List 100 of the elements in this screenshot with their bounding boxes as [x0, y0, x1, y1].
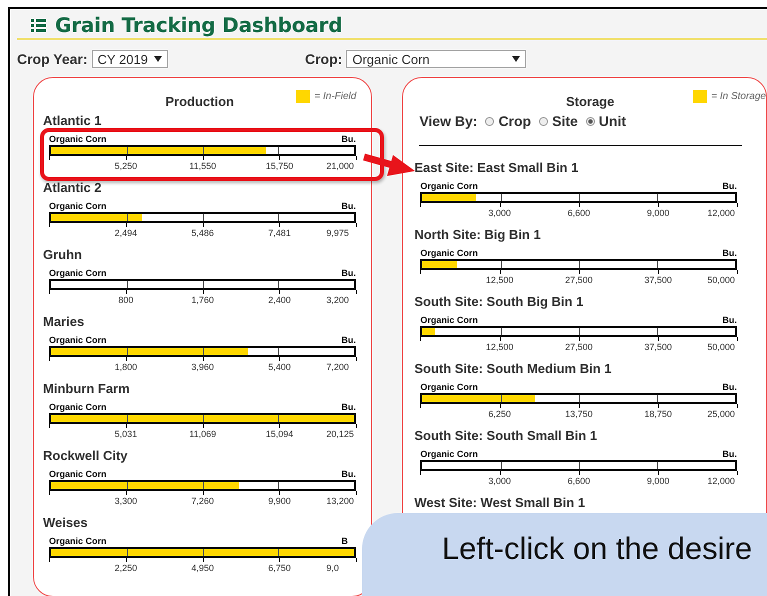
tick-label: 7,200: [326, 361, 349, 373]
tick-label: 20,125: [326, 428, 354, 440]
tick-label: 27,500: [565, 341, 593, 353]
unit-label: Bu.: [722, 381, 737, 393]
radio-button[interactable]: [485, 116, 494, 126]
radio-button[interactable]: [586, 116, 595, 126]
tick-label: 12,500: [486, 274, 514, 286]
site-name: East Site: East Small Bin 1: [414, 159, 580, 176]
tick-label: 15,750: [266, 160, 294, 172]
tick-label: 6,750: [268, 562, 291, 574]
tick-label: 11,069: [189, 428, 216, 440]
unit-label: Bu.: [722, 448, 737, 460]
crop-label: Organic Corn: [49, 334, 107, 346]
radio-label[interactable]: Unit: [598, 113, 626, 129]
tick-label: 1,800: [114, 361, 138, 373]
dashboard-title: Grain Tracking Dashboard: [55, 13, 342, 37]
tick-label: 12,000: [707, 207, 735, 219]
crop-label: Organic Corn: [420, 247, 478, 259]
crop-label: Organic Corn: [49, 133, 107, 145]
unit-label: Bu.: [722, 314, 737, 326]
site-name: Maries: [43, 313, 86, 330]
tick-label: 13,750: [565, 408, 593, 420]
legend-label: = In-Field: [314, 91, 356, 102]
view-by-label: View By:: [419, 113, 478, 129]
site-name: Atlantic 2: [43, 179, 103, 196]
tick-label: 21,000: [326, 160, 354, 172]
unit-label: Bu.: [341, 468, 356, 480]
site-name: Gruhn: [43, 246, 83, 263]
tick-label: 9,000: [646, 475, 670, 487]
radio-label[interactable]: Site: [552, 113, 578, 129]
tick-label: 2,250: [114, 562, 138, 574]
crop-label: Organic Corn: [49, 535, 107, 547]
site-name: Minburn Farm: [43, 380, 131, 397]
legend-swatch: [693, 90, 708, 103]
tick-label: 5,250: [114, 160, 138, 172]
filter-label: Crop:: [305, 51, 342, 67]
panel-title: Storage: [566, 94, 614, 109]
tick-label: 13,200: [326, 495, 354, 507]
filter-label: Crop Year:: [17, 51, 88, 67]
tick-label: 6,600: [568, 475, 590, 487]
tick-label: 1,760: [191, 294, 214, 306]
tick-label: 11,550: [189, 160, 216, 172]
site-name: North Site: Big Bin 1: [414, 226, 542, 243]
crop-label: Organic Corn: [49, 401, 107, 413]
site-name: West Site: West Small Bin 1: [414, 494, 586, 511]
caret-icon: [512, 56, 520, 62]
dropdown[interactable]: CY 2019: [92, 50, 168, 68]
tick-label: 25,000: [707, 408, 735, 420]
tick-label: 2,400: [268, 294, 291, 306]
tick-label: 7,260: [191, 495, 214, 507]
unit-label: Bu.: [341, 200, 356, 212]
tick-label: 50,000: [707, 274, 735, 286]
tick-label: 12,000: [707, 475, 735, 487]
tick-label: 9,0: [326, 562, 339, 574]
crop-label: Organic Corn: [49, 468, 107, 480]
tick-label: 3,960: [191, 361, 214, 373]
crop-label: Organic Corn: [49, 200, 107, 212]
tick-label: 37,500: [644, 274, 672, 286]
annotation-arrow: [363, 154, 415, 176]
site-name: South Site: South Medium Bin 1: [414, 360, 612, 377]
tick-label: 2,494: [114, 227, 138, 239]
tick-label: 3,000: [488, 207, 511, 219]
unit-label: Bu.: [722, 247, 737, 259]
instruction-text: Left-click on the desire: [440, 531, 754, 567]
site-name: Atlantic 1: [43, 112, 103, 129]
tick-label: 5,031: [114, 428, 138, 440]
radio-button[interactable]: [539, 116, 548, 126]
crop-label: Organic Corn: [420, 314, 478, 326]
radio-label[interactable]: Crop: [498, 113, 532, 129]
crop-label: Organic Corn: [49, 267, 107, 279]
legend-label: = In Storage: [711, 91, 766, 102]
list-icon: [31, 18, 46, 32]
crop-label: Organic Corn: [420, 180, 478, 192]
tick-label: 9,975: [326, 227, 349, 239]
tick-label: 7,481: [268, 227, 291, 239]
legend-swatch: [296, 90, 310, 103]
tick-label: 12,500: [486, 341, 514, 353]
tick-label: 15,094: [266, 428, 294, 440]
site-name: Weises: [43, 514, 89, 531]
unit-label: Bu.: [341, 267, 356, 279]
crop-label: Organic Corn: [420, 381, 478, 393]
dropdown[interactable]: Organic Corn: [346, 50, 526, 68]
site-name: South Site: South Big Bin 1: [414, 293, 584, 310]
tick-label: 3,200: [326, 294, 349, 306]
tick-label: 5,486: [191, 227, 214, 239]
crop-label: Organic Corn: [420, 448, 478, 460]
tick-label: 6,250: [488, 408, 511, 420]
site-name: Rockwell City: [43, 447, 129, 464]
tick-label: 4,950: [191, 562, 214, 574]
unit-label: Bu.: [341, 334, 356, 346]
tick-label: 27,500: [565, 274, 593, 286]
panel-title: Production: [165, 94, 234, 109]
tick-label: 6,600: [568, 207, 590, 219]
tick-label: 9,000: [646, 207, 670, 219]
tick-label: 18,750: [644, 408, 672, 420]
tick-label: 9,900: [268, 495, 291, 507]
tick-label: 5,400: [268, 361, 291, 373]
unit-label: Bu.: [341, 401, 356, 413]
site-name: South Site: South Small Bin 1: [414, 427, 598, 444]
tick-label: 3,300: [114, 495, 138, 507]
